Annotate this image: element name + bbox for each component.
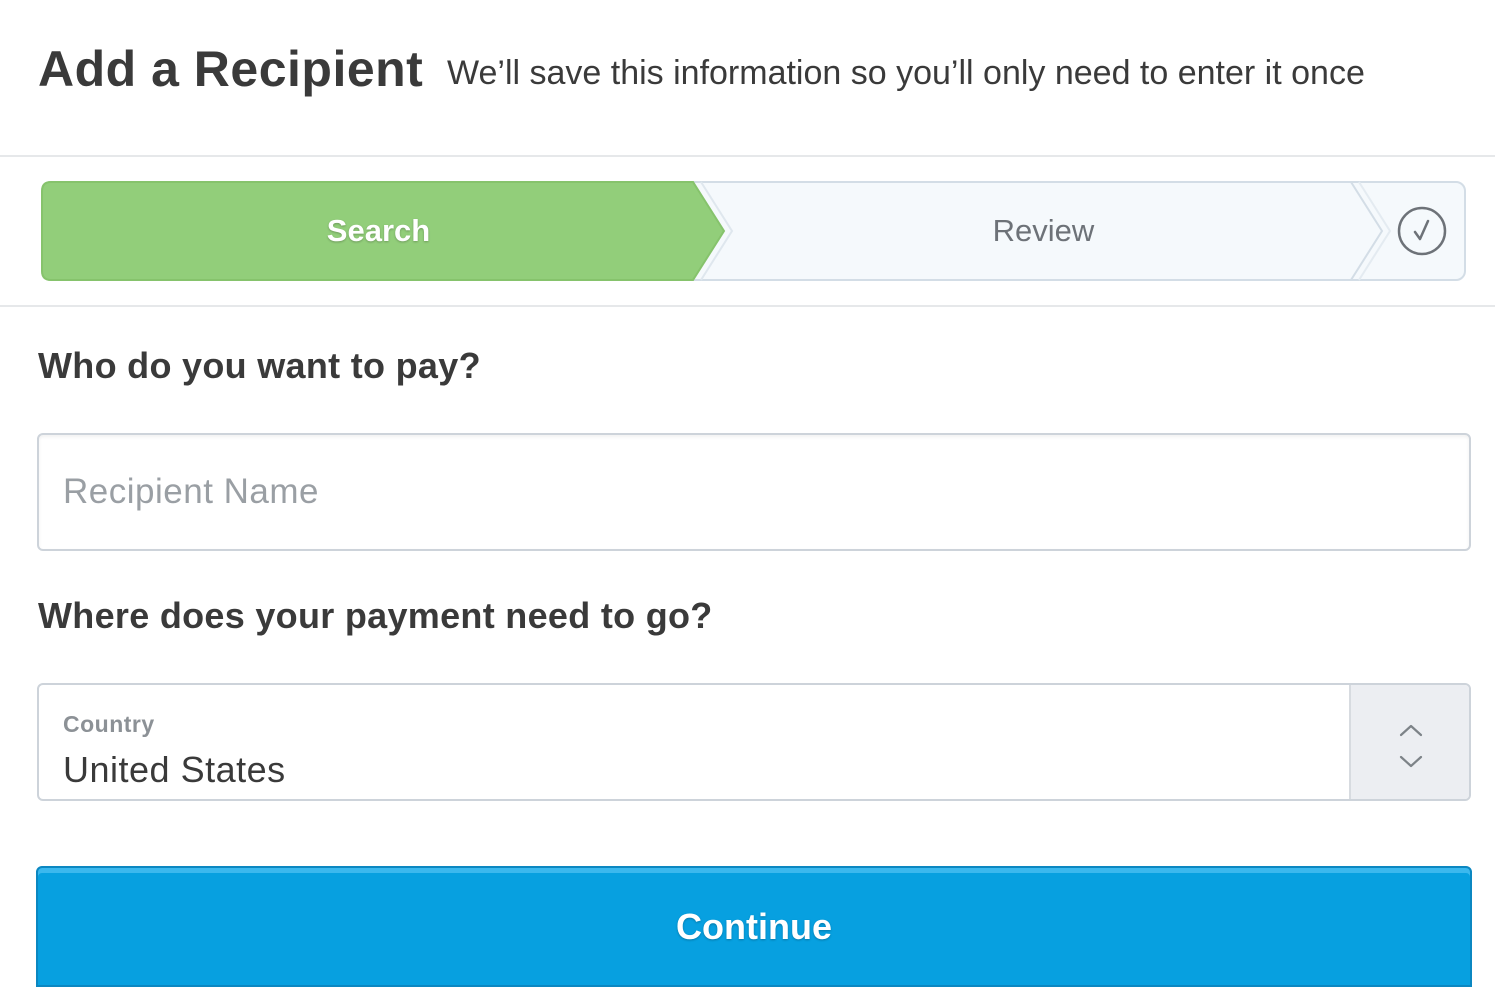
progress-stepper: Search Review	[41, 181, 1466, 281]
step-search[interactable]: Search	[41, 181, 716, 281]
page-subtitle: We’ll save this information so you’ll on…	[447, 54, 1365, 92]
continue-button[interactable]: Continue	[36, 866, 1472, 987]
country-select[interactable]: Country United States	[37, 683, 1471, 801]
page-title: Add a Recipient	[38, 41, 424, 97]
chevron-up-icon	[1399, 724, 1423, 737]
progress-stepper-band: Search Review	[0, 157, 1495, 307]
country-label: Country	[63, 711, 155, 737]
step-review[interactable]: Review	[721, 181, 1366, 281]
chevron-down-icon	[1399, 755, 1423, 768]
select-arrows[interactable]	[1349, 685, 1469, 799]
country-value: United States	[63, 749, 286, 790]
destination-question: Where does your payment need to go?	[38, 595, 713, 636]
recipient-question: Who do you want to pay?	[38, 345, 481, 386]
recipient-name-input[interactable]	[37, 433, 1471, 551]
check-circle-icon	[1396, 205, 1448, 257]
page-header: Add a Recipient We’ll save this informat…	[0, 0, 1495, 157]
